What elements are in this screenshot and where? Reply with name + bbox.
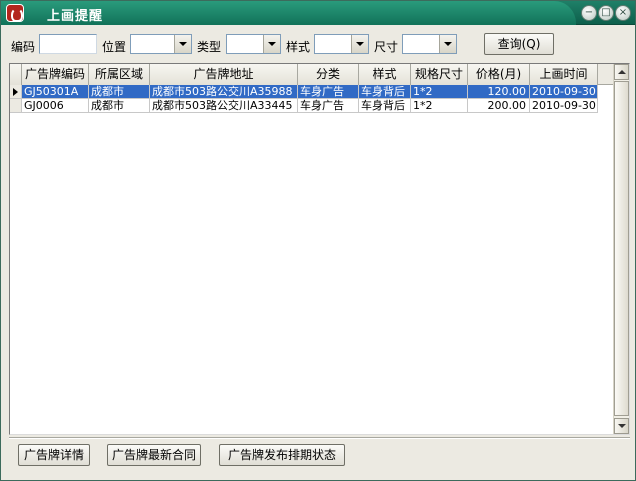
table-row[interactable]: GJ0006 成都市 成都市503路公交川A33445 车身广告 车身背后 1*… [10,99,614,113]
cell-region[interactable]: 成都市 [89,85,150,99]
cell-category[interactable]: 车身广告 [298,85,359,99]
query-button-label: 查询(Q) [497,37,541,51]
cell-date[interactable]: 2010-09-30 [530,99,598,113]
window-title: 上画提醒 [47,9,104,24]
app-logo-icon [6,4,24,22]
cell-address[interactable]: 成都市503路公交川A33445 [150,99,298,113]
scroll-thumb[interactable] [614,81,629,416]
chevron-down-icon[interactable] [263,35,280,53]
column-header[interactable]: 分类 [298,64,359,85]
size-select[interactable] [402,34,457,54]
cell-date[interactable]: 2010-09-30 [530,85,598,99]
column-header[interactable]: 样式 [359,64,411,85]
code-input[interactable] [39,34,97,54]
column-header[interactable]: 价格(月) [468,64,530,85]
latest-contract-label: 广告牌最新合同 [111,448,196,462]
size-label: 尺寸 [374,40,399,54]
current-row-arrow-icon [13,88,18,96]
position-label: 位置 [102,40,127,54]
vertical-scrollbar[interactable] [613,64,629,434]
bottom-divider [9,437,630,439]
column-header[interactable]: 广告牌地址 [150,64,298,85]
table-header: 广告牌编码 所属区域 广告牌地址 分类 样式 规格尺寸 价格(月) 上画时间 [10,64,614,85]
cell-size[interactable]: 1*2 [411,85,468,99]
billboard-detail-label: 广告牌详情 [23,448,84,462]
row-indicator [10,99,22,113]
title-bar[interactable]: 上画提醒 − □ × [1,1,635,25]
cell-style[interactable]: 车身背后 [359,85,411,99]
scroll-up-icon[interactable] [614,64,629,80]
billboard-detail-button[interactable]: 广告牌详情 [18,444,90,466]
column-header[interactable]: 上画时间 [530,64,598,85]
position-select[interactable] [130,34,192,54]
close-icon[interactable]: × [615,5,631,21]
maximize-icon[interactable]: □ [598,5,614,21]
header-indicator-cell [10,64,22,85]
chevron-down-icon[interactable] [351,35,368,53]
publish-schedule-button[interactable]: 广告牌发布排期状态 [219,444,345,466]
minimize-icon[interactable]: − [581,5,597,21]
billboard-table: 广告牌编码 所属区域 广告牌地址 分类 样式 规格尺寸 价格(月) 上画时间 G… [9,63,630,435]
publish-schedule-label: 广告牌发布排期状态 [227,448,336,462]
column-header[interactable]: 所属区域 [89,64,150,85]
cell-style[interactable]: 车身背后 [359,99,411,113]
chevron-down-icon[interactable] [439,35,456,53]
scroll-down-icon[interactable] [614,418,629,434]
row-indicator [10,85,22,99]
alert-window: 上画提醒 − □ × 编码 位置 类型 样式 尺寸 查询(Q) 广告牌编码 所属… [0,0,636,481]
column-header[interactable]: 广告牌编码 [22,64,89,85]
cell-code[interactable]: GJ50301A [22,85,89,99]
search-toolbar: 编码 位置 类型 样式 尺寸 查询(Q) [1,29,635,59]
cell-address[interactable]: 成都市503路公交川A35988 [150,85,298,99]
cell-price[interactable]: 120.00 [468,85,530,99]
style-select[interactable] [314,34,369,54]
type-label: 类型 [197,40,222,54]
latest-contract-button[interactable]: 广告牌最新合同 [107,444,201,466]
style-label: 样式 [286,40,311,54]
cell-size[interactable]: 1*2 [411,99,468,113]
type-select[interactable] [226,34,281,54]
table-row[interactable]: GJ50301A 成都市 成都市503路公交川A35988 车身广告 车身背后 … [10,85,614,99]
cell-category[interactable]: 车身广告 [298,99,359,113]
cell-region[interactable]: 成都市 [89,99,150,113]
cell-price[interactable]: 200.00 [468,99,530,113]
chevron-down-icon[interactable] [174,35,191,53]
query-button[interactable]: 查询(Q) [484,33,554,55]
column-header[interactable]: 规格尺寸 [411,64,468,85]
code-label: 编码 [11,40,36,54]
cell-code[interactable]: GJ0006 [22,99,89,113]
